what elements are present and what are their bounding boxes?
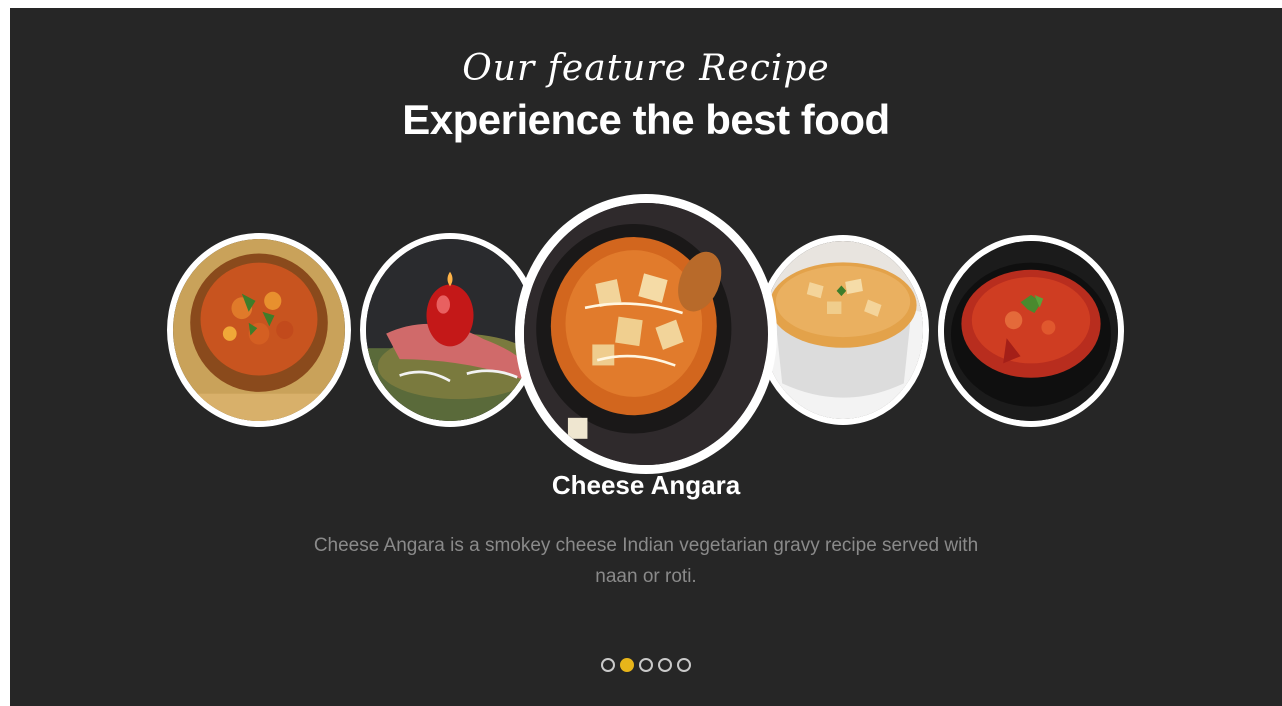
pagination-dot-4[interactable] (658, 658, 672, 672)
pagination-dot-2-active[interactable] (620, 658, 634, 672)
garnished-kebab-platter-image (366, 239, 534, 421)
carousel-slide-1[interactable] (167, 233, 351, 427)
recipe-title: Cheese Angara (551, 470, 741, 500)
creamy-paneer-curry-white-bowl-image (763, 241, 923, 419)
pagination-dot-1[interactable] (601, 658, 615, 672)
tomato-curry-black-bowl-image (944, 241, 1118, 421)
recipe-description: Cheese Angara is a smokey cheese Indian … (313, 535, 979, 587)
carousel-slide-5[interactable] (938, 235, 1124, 427)
pagination-dot-5[interactable] (677, 658, 691, 672)
vegetable-curry-in-copper-bowl-image (173, 239, 345, 421)
carousel-pagination (10, 658, 1282, 672)
featured-recipe-section: Our feature Recipe Experience the best f… (10, 8, 1282, 706)
cheese-angara-image (524, 203, 768, 465)
carousel-slide-active[interactable] (515, 194, 777, 474)
pagination-dot-3[interactable] (639, 658, 653, 672)
carousel-slide-4[interactable] (757, 235, 929, 425)
carousel-slide-2[interactable] (360, 233, 540, 427)
section-headline: Experience the best food (402, 96, 890, 143)
section-script-title: Our feature Recipe (462, 48, 830, 89)
